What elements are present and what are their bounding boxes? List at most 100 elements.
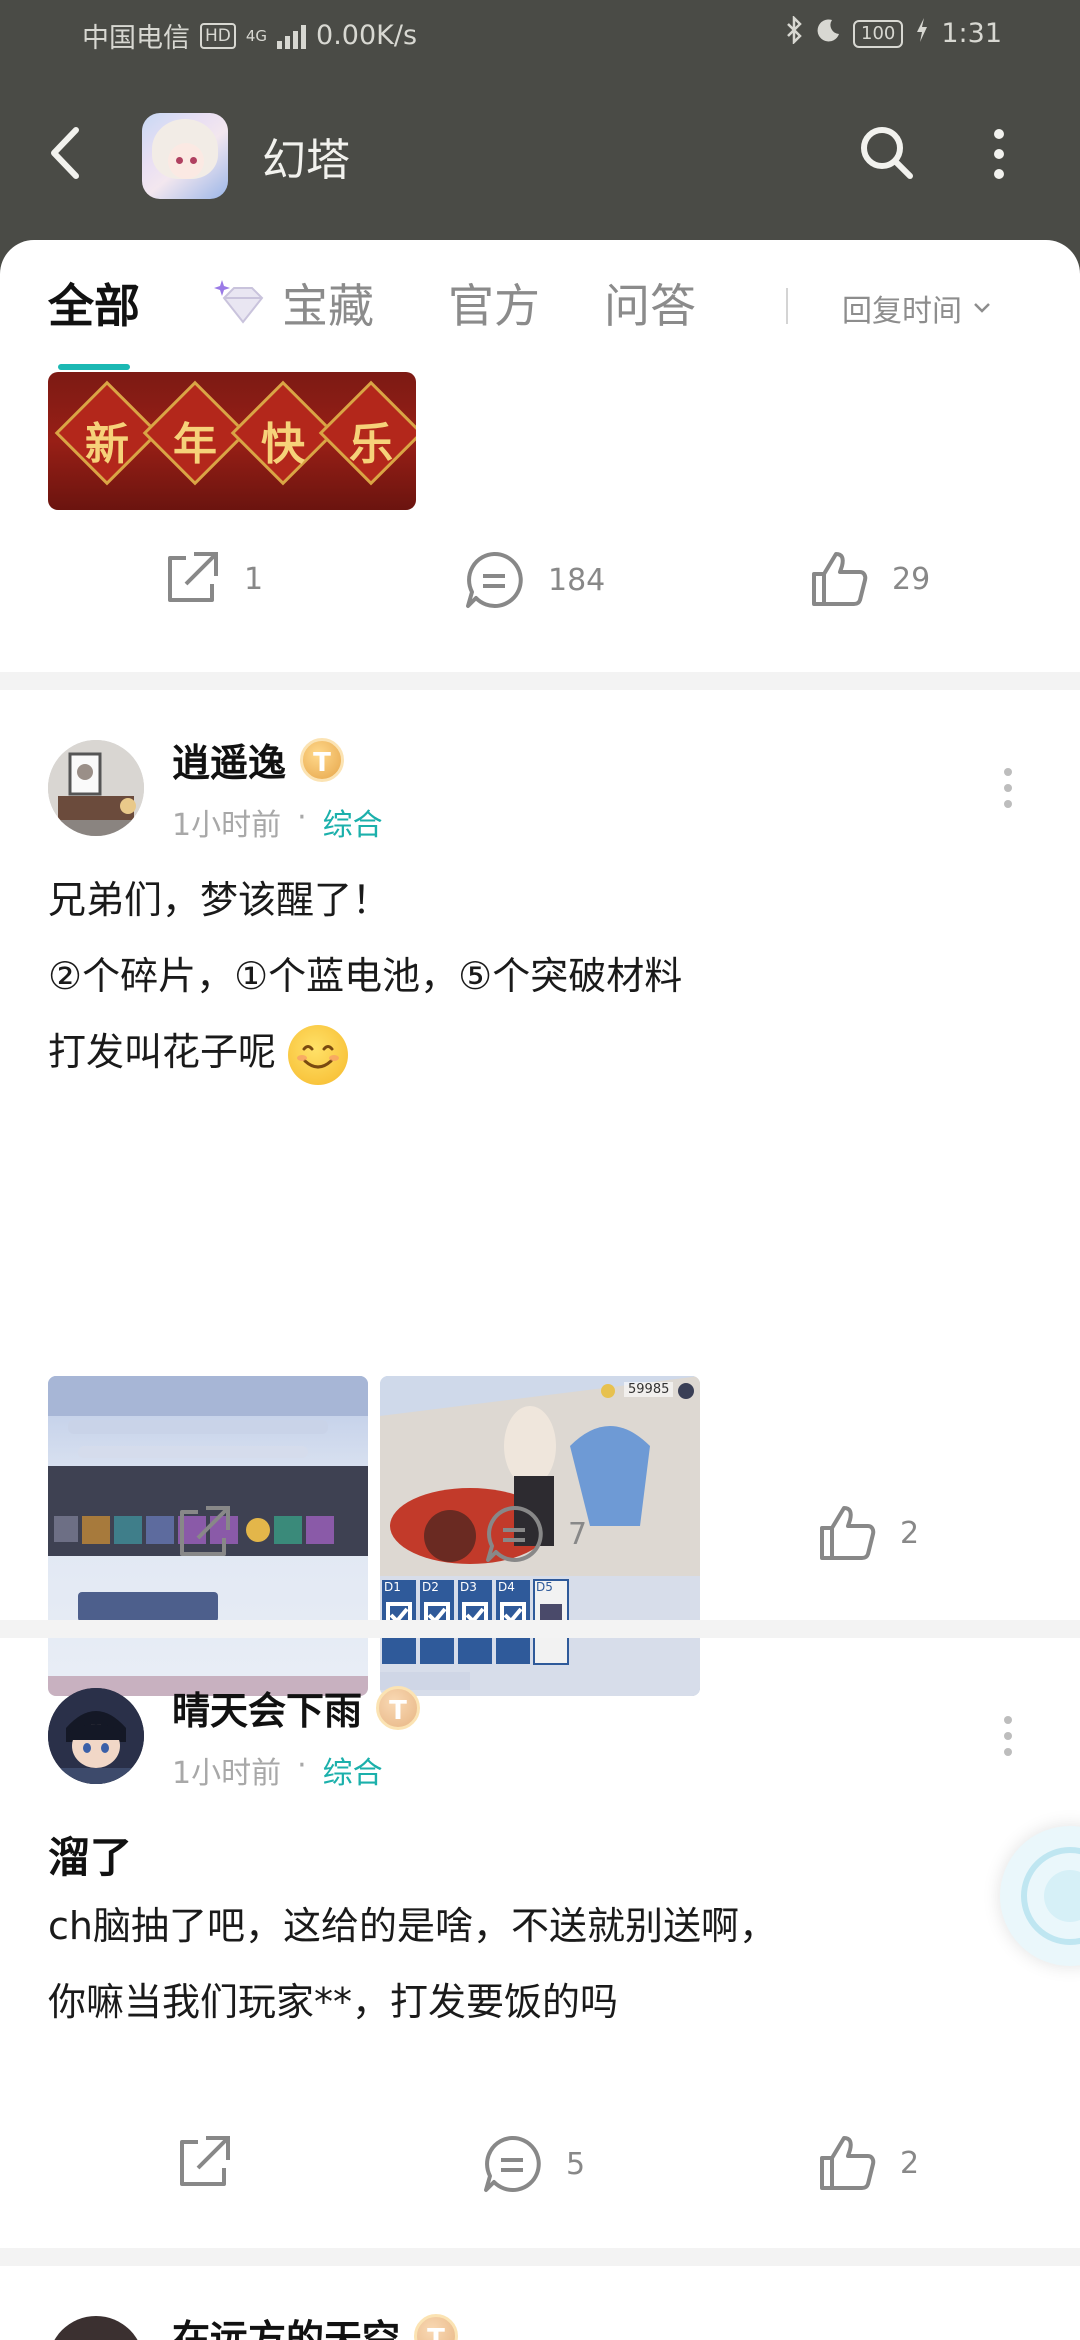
avatar[interactable] xyxy=(48,1688,144,1784)
tab-bar: 全部 宝藏 官方 问答 回复时间 xyxy=(0,240,1080,370)
chevron-down-icon xyxy=(974,303,990,313)
like-count: 2 xyxy=(900,1515,920,1551)
bluetooth-icon xyxy=(785,14,803,51)
more-options-button[interactable] xyxy=(976,120,1022,190)
share-icon xyxy=(180,1506,230,1556)
sort-dropdown[interactable]: 回复时间 xyxy=(842,286,992,330)
post-time: 1小时前 xyxy=(172,1756,282,1791)
coin-count: 59985 xyxy=(624,1382,674,1397)
banner-char: 乐 xyxy=(349,419,393,470)
comment-icon xyxy=(486,1505,543,1562)
content-sheet: 全部 宝藏 官方 问答 回复时间 新 年 快 乐 1 184 29 逍遥逸 T … xyxy=(0,240,1080,2340)
tab-divider xyxy=(786,288,788,324)
post-actions: 1 184 29 xyxy=(0,548,1080,638)
clock: 1:31 xyxy=(941,18,1002,49)
comment-count: 7 xyxy=(568,1516,588,1552)
tab-official[interactable]: 官方 xyxy=(448,270,540,336)
charging-icon xyxy=(915,17,929,50)
battery-icon: 100 xyxy=(853,19,904,48)
like-button[interactable]: 29 xyxy=(808,548,930,610)
avatar[interactable] xyxy=(48,2316,144,2340)
tab-qa[interactable]: 问答 xyxy=(604,270,696,336)
avatar[interactable] xyxy=(48,740,144,836)
post-topic[interactable]: 综合 xyxy=(323,1748,383,1792)
share-button[interactable]: 1 xyxy=(160,548,263,610)
more-vertical-icon xyxy=(994,129,1004,179)
tab-treasure[interactable]: 宝藏 xyxy=(282,270,374,336)
smile-emoji-icon xyxy=(288,1024,349,1085)
post-topic[interactable]: 综合 xyxy=(323,800,383,844)
carrier-label: 中国电信 xyxy=(82,23,190,54)
app-bar: 幻塔 xyxy=(0,90,1080,220)
post-body-line: 兄弟们，梦该醒了！ xyxy=(48,878,391,922)
active-tab-indicator xyxy=(58,364,130,370)
like-button[interactable]: 2 xyxy=(816,2132,919,2194)
share-count: 1 xyxy=(244,561,264,597)
author-name: 晴天会下雨 xyxy=(172,1689,363,1733)
level-badge: T xyxy=(414,2313,459,2340)
post-author[interactable]: 晴天会下雨 T xyxy=(172,1680,421,1735)
post-separator xyxy=(0,2248,1080,2266)
like-count: 29 xyxy=(892,561,931,597)
thumbs-up-icon xyxy=(820,1506,876,1560)
post-time: 1小时前 xyxy=(172,808,282,843)
signal-icon xyxy=(277,23,307,49)
post-image-banner[interactable]: 新 年 快 乐 xyxy=(48,372,416,510)
share-icon xyxy=(180,2136,230,2186)
back-button[interactable] xyxy=(40,118,100,188)
thumbs-up-icon xyxy=(820,2136,876,2190)
hd-badge: HD xyxy=(200,22,236,49)
banner-char: 新 xyxy=(85,419,129,470)
network-speed: 0.00K/s xyxy=(316,20,418,51)
banner-char: 快 xyxy=(261,419,305,470)
network-type: 4G xyxy=(245,26,268,45)
like-button[interactable]: 2 xyxy=(816,1502,919,1564)
game-avatar[interactable] xyxy=(142,113,228,199)
post-actions: 5 2 xyxy=(0,2132,1080,2222)
meta-dot: · xyxy=(297,1748,307,1783)
post-body-line-3: 打发叫花子呢 xyxy=(48,1014,1038,1090)
post-meta: 1小时前 · 综合 xyxy=(172,1748,383,1792)
moon-icon xyxy=(815,17,841,50)
post-card[interactable]: 晴天会下雨 T 1小时前 · 综合 溜了 ch脑抽了吧，这给的是啥，不送就别送啊… xyxy=(0,1638,1080,2198)
comment-button[interactable]: 5 xyxy=(480,2132,585,2196)
gem-icon xyxy=(214,280,264,324)
post-actions: 7 2 xyxy=(0,1502,1080,1592)
comment-count: 5 xyxy=(566,2146,586,2182)
author-name: 逍遥逸 xyxy=(172,741,287,785)
like-count: 2 xyxy=(900,2145,920,2181)
post-separator xyxy=(0,1620,1080,1638)
page-title: 幻塔 xyxy=(262,135,350,186)
comment-button[interactable]: 184 xyxy=(462,548,605,612)
comment-icon xyxy=(466,551,523,608)
search-icon xyxy=(861,127,913,179)
tab-all[interactable]: 全部 xyxy=(48,270,140,336)
comment-button[interactable]: 7 xyxy=(482,1502,587,1566)
post-author[interactable]: 在远方的天空 T xyxy=(172,2308,459,2340)
post-more-icon[interactable] xyxy=(996,1712,1020,1768)
comment-icon xyxy=(484,2135,541,2192)
status-bar: 中国电信 HD 4G 0.00K/s 100 1:31 xyxy=(0,0,1080,70)
meta-dot: · xyxy=(297,800,307,835)
level-badge: T xyxy=(300,737,345,782)
share-button[interactable] xyxy=(172,2132,256,2194)
author-name: 在远方的天空 xyxy=(172,2317,401,2340)
search-button[interactable] xyxy=(852,118,922,188)
share-button[interactable] xyxy=(172,1502,256,1564)
level-badge: T xyxy=(376,1685,421,1730)
post-body: ch脑抽了吧，这给的是啥，不送就别送啊， 你嘛当我们玩家**，打发要饭的吗 xyxy=(48,1888,1038,2040)
post-author[interactable]: 逍遥逸 T xyxy=(172,732,345,787)
floating-assistant-button[interactable] xyxy=(1000,1826,1080,1966)
post-more-icon[interactable] xyxy=(996,764,1020,820)
post-card[interactable]: 逍遥逸 T 1小时前 · 综合 兄弟们，梦该醒了！ ②个碎片，①个蓝电池，⑤个突… xyxy=(0,690,1080,1696)
post-body: 兄弟们，梦该醒了！ ②个碎片，①个蓝电池，⑤个突破材料 打发叫花子呢 xyxy=(48,862,1038,1090)
post-body-line: 你嘛当我们玩家**，打发要饭的吗 xyxy=(48,1980,619,2024)
post-body-line: ②个碎片，①个蓝电池，⑤个突破材料 xyxy=(48,954,683,998)
comment-count: 184 xyxy=(548,562,606,598)
post-meta: 1小时前 · 综合 xyxy=(172,800,383,844)
post-card[interactable]: 在远方的天空 T xyxy=(0,2266,1080,2340)
post-separator xyxy=(0,672,1080,690)
banner-char: 年 xyxy=(173,419,217,470)
post-body-line: ch脑抽了吧，这给的是啥，不送就别送啊， xyxy=(48,1904,777,1948)
share-icon xyxy=(168,552,218,602)
